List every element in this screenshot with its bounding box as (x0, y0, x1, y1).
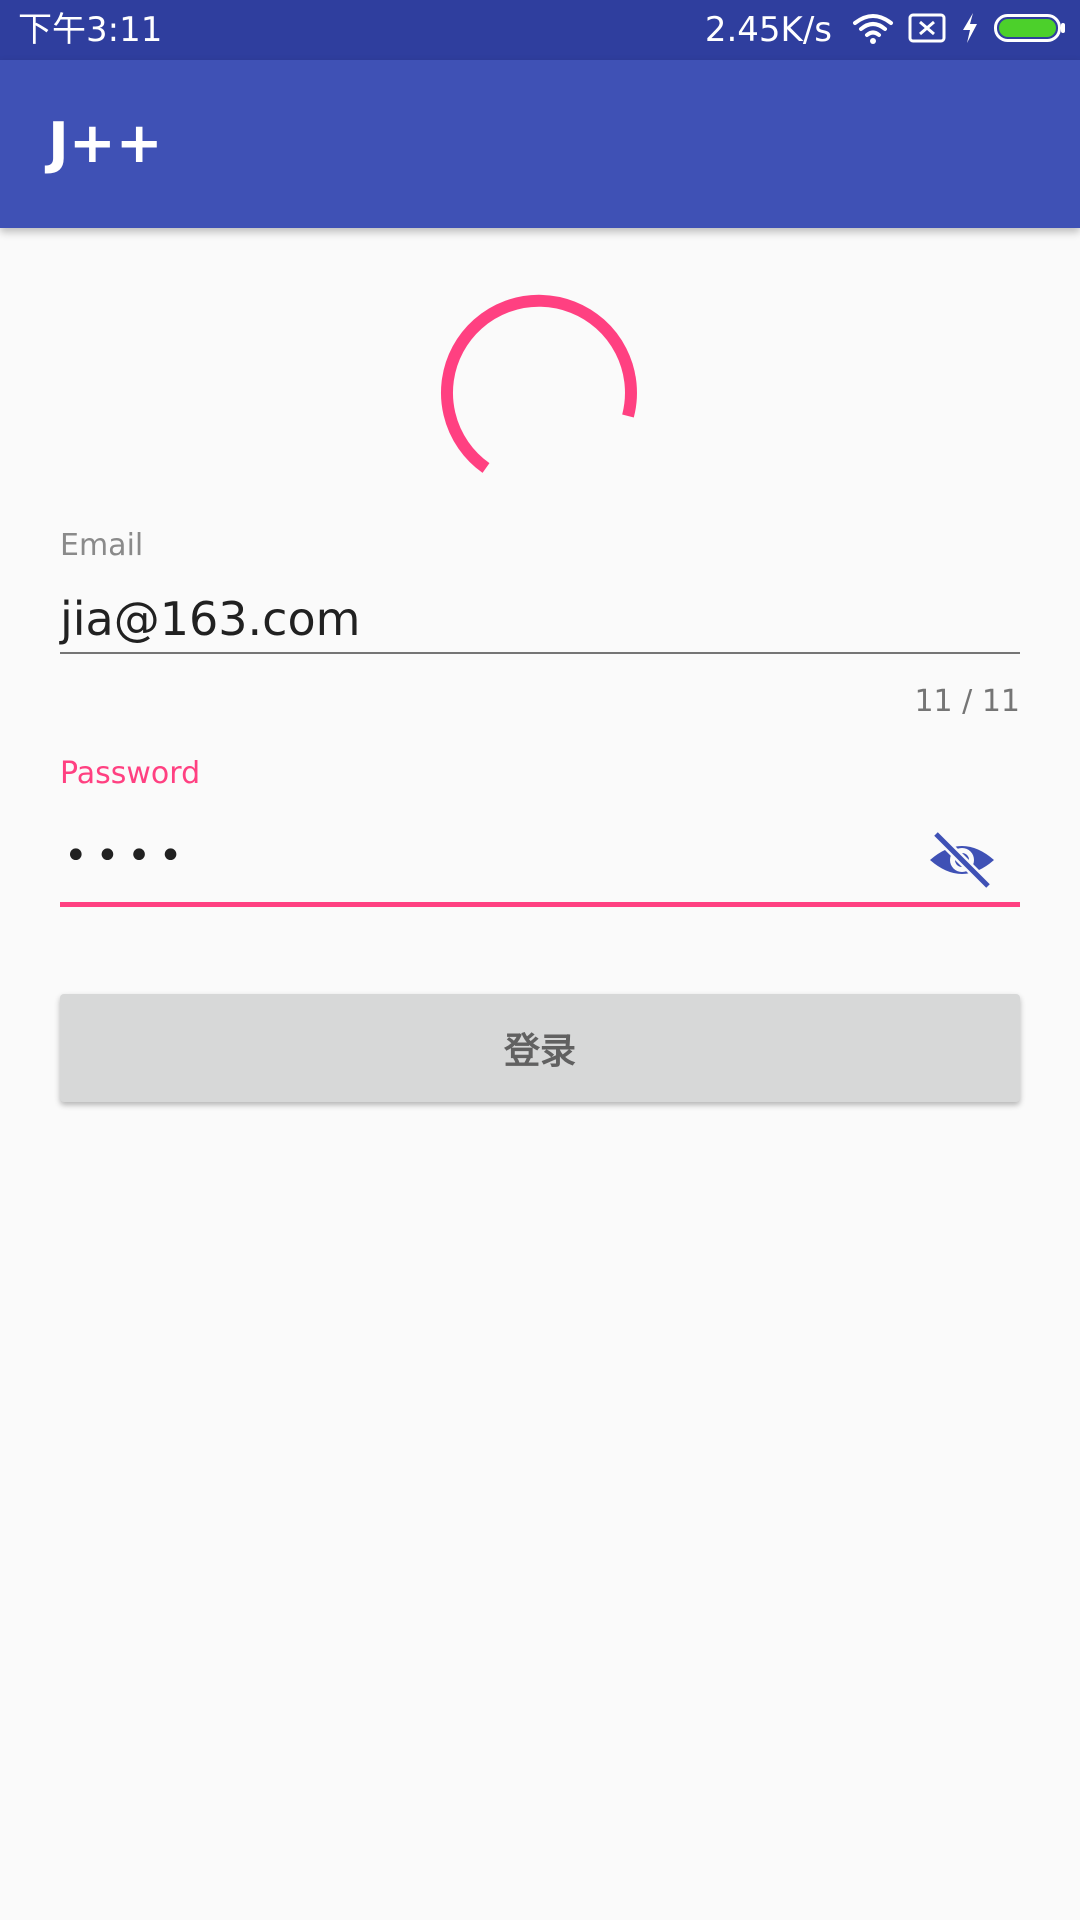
status-indicators: 2.45K/s (705, 8, 1066, 52)
email-label: Email (60, 528, 144, 563)
app-bar: J++ (0, 60, 1080, 228)
password-label: Password (60, 756, 201, 791)
app-title: J++ (48, 111, 163, 176)
loading-spinner (436, 286, 644, 494)
visibility-off-icon[interactable] (926, 824, 998, 896)
login-button[interactable]: 登录 (60, 994, 1020, 1102)
wifi-icon (852, 11, 894, 49)
network-speed: 2.45K/s (704, 10, 832, 50)
status-time: 下午3:11 (18, 10, 163, 50)
battery-icon (994, 13, 1066, 47)
password-value: •••• (64, 833, 191, 879)
status-bar: 下午3:11 2.45K/s (0, 0, 1080, 60)
no-sim-icon (908, 13, 946, 47)
email-input[interactable]: jia@163.com (60, 586, 1020, 654)
email-char-counter: 11 / 11 (914, 684, 1020, 719)
charging-icon (960, 12, 980, 48)
password-input[interactable]: •••• (60, 820, 1020, 907)
